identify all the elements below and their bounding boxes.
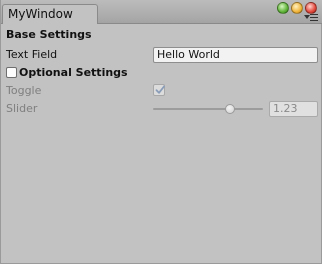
text-field-label: Text Field: [6, 48, 58, 61]
title-bar: MyWindow: [1, 0, 322, 24]
context-menu-icon[interactable]: [304, 13, 320, 22]
slider-value-field[interactable]: 1.23: [269, 101, 318, 117]
text-field-input[interactable]: Hello World: [153, 47, 318, 63]
editor-window: MyWindow Base Settings Text Field Hello …: [0, 0, 322, 264]
slider-track[interactable]: [153, 108, 263, 110]
window-tab[interactable]: MyWindow: [2, 4, 98, 24]
base-settings-heading: Base Settings: [6, 28, 92, 41]
slider-thumb[interactable]: [225, 104, 235, 114]
hamburger-lines-icon: [310, 14, 318, 23]
toggle-label: Toggle: [6, 84, 42, 97]
toggle-checkbox[interactable]: [153, 84, 165, 96]
slider-label: Slider: [6, 102, 38, 115]
minimize-button[interactable]: [291, 2, 303, 14]
zoom-button[interactable]: [277, 2, 289, 14]
optional-settings-checkbox[interactable]: [6, 67, 17, 78]
optional-settings-label[interactable]: Optional Settings: [19, 65, 128, 81]
checkmark-icon: [155, 85, 165, 94]
